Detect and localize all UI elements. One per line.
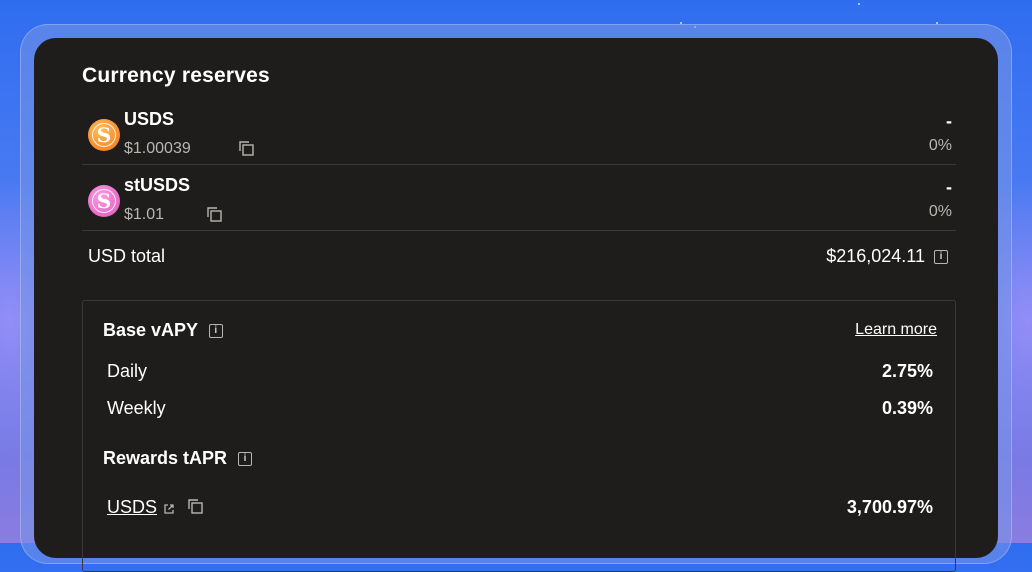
reserve-row-stusds: S stUSDS $1.01 - 0%: [82, 174, 956, 238]
base-vapy-title: Base vAPY i: [103, 320, 223, 341]
token-name: USDS: [124, 109, 175, 129]
usd-total-label: USD total: [88, 246, 166, 266]
token-price: $1.01: [124, 206, 165, 223]
copy-icon[interactable]: [187, 498, 204, 515]
copy-icon[interactable]: [206, 206, 223, 223]
reserves-card: Currency reserves S USDS $1.00039 - 0% S…: [34, 38, 998, 572]
reserve-amount: -: [946, 177, 952, 197]
base-vapy-label: Base vAPY: [103, 320, 198, 340]
card-title: Currency reserves: [82, 64, 270, 87]
rewards-tapr-label: Rewards tAPR: [103, 448, 228, 468]
star-dot: [858, 3, 860, 5]
learn-more-link[interactable]: Learn more: [855, 321, 937, 339]
usd-total-amount: $216,024.11: [826, 246, 925, 266]
rewards-token-link[interactable]: USDS: [107, 497, 157, 518]
info-icon[interactable]: i: [238, 452, 253, 467]
divider: [82, 164, 956, 165]
daily-value: 2.75%: [881, 361, 933, 381]
rewards-tapr-title: Rewards tAPR i: [103, 448, 253, 469]
reserve-row-usds: S USDS $1.00039 - 0%: [82, 108, 956, 172]
info-icon[interactable]: i: [208, 324, 223, 339]
reserve-percent: 0%: [928, 137, 952, 154]
rewards-token-label[interactable]: USDS: [107, 497, 157, 517]
apy-box: Base vAPY i Learn more Daily 2.75% Weekl…: [82, 300, 956, 572]
weekly-label: Weekly: [107, 398, 166, 418]
daily-label: Daily: [107, 361, 148, 381]
usd-total-value: $216,024.11 i: [826, 246, 948, 267]
info-icon[interactable]: i: [934, 250, 948, 265]
weekly-value: 0.39%: [881, 398, 933, 418]
token-price: $1.00039: [124, 140, 191, 157]
stusds-coin-icon: S: [88, 185, 120, 217]
token-name: stUSDS: [124, 175, 191, 195]
copy-icon[interactable]: [238, 140, 255, 157]
rewards-value: 3,700.97%: [846, 497, 933, 517]
external-link-icon[interactable]: [163, 503, 175, 515]
usds-coin-icon: S: [88, 119, 120, 151]
divider: [82, 230, 956, 231]
reserve-percent: 0%: [928, 203, 952, 220]
reserve-amount: -: [946, 111, 952, 131]
